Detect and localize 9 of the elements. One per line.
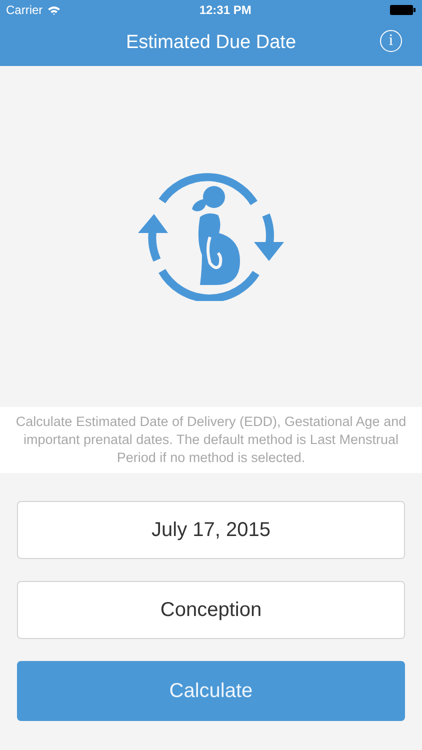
description-text: Calculate Estimated Date of Delivery (EDD), Gestational Age and important prenatal dates. The default method is Last Menstrual Period if no method is selected. [0, 407, 422, 473]
selection-field[interactable]: July 17, 2015 [17, 501, 405, 559]
battery-icon [390, 5, 416, 15]
status-time: 12:31 PM [199, 3, 252, 17]
carrier-label: Carrier [6, 3, 43, 17]
screen-title: Estimated Due Date [126, 32, 296, 54]
pregnancy-cycle-icon [136, 172, 286, 300]
selection-field[interactable]: Conception [17, 581, 405, 639]
wifi-icon [46, 5, 61, 15]
